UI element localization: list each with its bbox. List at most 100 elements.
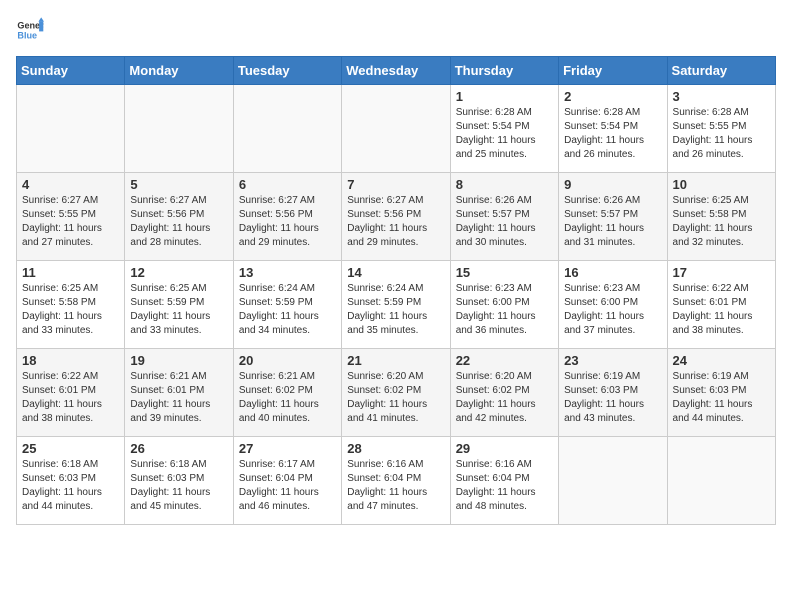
day-number: 13 [239,265,336,280]
calendar-cell: 27Sunrise: 6:17 AM Sunset: 6:04 PM Dayli… [233,437,341,525]
week-row-4: 18 Sunrise: 6:22 AM Sunset: 6:01 PM Dayli… [17,349,776,437]
day-number: 15 [456,265,553,280]
day-info: Sunrise: 6:21 AM Sunset: 6:01 PM Dayligh… [130,370,227,426]
day-info: Sunrise: 6:18 AM Sunset: 6:03 PM Dayligh… [130,458,227,514]
day-number: 8 [456,177,553,192]
header-cell-thursday: Thursday [450,57,558,85]
day-number: 11 [22,265,119,280]
day-info: Sunrise: 6:27 AM Sunset: 5:55 PM Dayligh… [22,194,119,250]
day-info: Sunrise: 6:16 AM Sunset: 6:04 PM Dayligh… [456,458,553,514]
calendar-cell: 10 Sunrise: 6:25 AM Sunset: 5:58 PM Dayli… [667,173,775,261]
day-info: Sunrise: 6:26 AM Sunset: 5:57 PM Dayligh… [456,194,553,250]
day-info: Sunrise: 6:17 AM Sunset: 6:04 PM Dayligh… [239,458,336,514]
day-info: Sunrise: 6:23 AM Sunset: 6:00 PM Dayligh… [564,282,661,338]
day-info: Sunrise: 6:25 AM Sunset: 5:58 PM Dayligh… [22,282,119,338]
day-info: Sunrise: 6:27 AM Sunset: 5:56 PM Dayligh… [130,194,227,250]
day-number: 1 [456,89,553,104]
header-cell-monday: Monday [125,57,233,85]
header-cell-sunday: Sunday [17,57,125,85]
calendar-cell: 29 Sunrise: 6:16 AM Sunset: 6:04 PM Dayli… [450,437,558,525]
week-row-5: 25 Sunrise: 6:18 AM Sunset: 6:03 PM Dayli… [17,437,776,525]
calendar-cell: 21 Sunrise: 6:20 AM Sunset: 6:02 PM Dayli… [342,349,450,437]
header-cell-saturday: Saturday [667,57,775,85]
calendar-cell: 12 Sunrise: 6:25 AM Sunset: 5:59 PM Dayli… [125,261,233,349]
day-info: Sunrise: 6:24 AM Sunset: 5:59 PM Dayligh… [239,282,336,338]
day-info: Sunrise: 6:28 AM Sunset: 5:54 PM Dayligh… [456,106,553,162]
calendar-cell: 7 Sunrise: 6:27 AM Sunset: 5:56 PM Daylig… [342,173,450,261]
generalblue-logo-icon: General Blue [16,16,44,44]
day-info: Sunrise: 6:25 AM Sunset: 5:58 PM Dayligh… [673,194,770,250]
day-number: 18 [22,353,119,368]
day-number: 5 [130,177,227,192]
calendar-cell [125,85,233,173]
day-number: 4 [22,177,119,192]
calendar-cell: 20 Sunrise: 6:21 AM Sunset: 6:02 PM Dayli… [233,349,341,437]
day-info: Sunrise: 6:23 AM Sunset: 6:00 PM Dayligh… [456,282,553,338]
day-number: 3 [673,89,770,104]
calendar-table: SundayMondayTuesdayWednesdayThursdayFrid… [16,56,776,525]
day-number: 9 [564,177,661,192]
day-number: 6 [239,177,336,192]
header-cell-tuesday: Tuesday [233,57,341,85]
calendar-cell: 3 Sunrise: 6:28 AM Sunset: 5:55 PM Daylig… [667,85,775,173]
day-number: 25 [22,441,119,456]
day-number: 20 [239,353,336,368]
day-info: Sunrise: 6:21 AM Sunset: 6:02 PM Dayligh… [239,370,336,426]
calendar-header: SundayMondayTuesdayWednesdayThursdayFrid… [17,57,776,85]
calendar-cell [17,85,125,173]
calendar-cell: 13 Sunrise: 6:24 AM Sunset: 5:59 PM Dayli… [233,261,341,349]
day-number: 17 [673,265,770,280]
calendar-cell: 14Sunrise: 6:24 AM Sunset: 5:59 PM Dayli… [342,261,450,349]
day-number: 26 [130,441,227,456]
calendar-body: 1 Sunrise: 6:28 AM Sunset: 5:54 PM Daylig… [17,85,776,525]
header-cell-friday: Friday [559,57,667,85]
calendar-cell: 2 Sunrise: 6:28 AM Sunset: 5:54 PM Daylig… [559,85,667,173]
calendar-cell: 16Sunrise: 6:23 AM Sunset: 6:00 PM Dayli… [559,261,667,349]
day-info: Sunrise: 6:20 AM Sunset: 6:02 PM Dayligh… [347,370,444,426]
day-info: Sunrise: 6:25 AM Sunset: 5:59 PM Dayligh… [130,282,227,338]
calendar-cell: 18 Sunrise: 6:22 AM Sunset: 6:01 PM Dayli… [17,349,125,437]
calendar-cell: 4 Sunrise: 6:27 AM Sunset: 5:55 PM Daylig… [17,173,125,261]
day-info: Sunrise: 6:16 AM Sunset: 6:04 PM Dayligh… [347,458,444,514]
day-number: 12 [130,265,227,280]
day-info: Sunrise: 6:24 AM Sunset: 5:59 PM Dayligh… [347,282,444,338]
week-row-3: 11 Sunrise: 6:25 AM Sunset: 5:58 PM Dayli… [17,261,776,349]
day-number: 29 [456,441,553,456]
calendar-cell: 19 Sunrise: 6:21 AM Sunset: 6:01 PM Dayli… [125,349,233,437]
day-info: Sunrise: 6:18 AM Sunset: 6:03 PM Dayligh… [22,458,119,514]
calendar-cell: 17Sunrise: 6:22 AM Sunset: 6:01 PM Dayli… [667,261,775,349]
page-header: General Blue [16,16,776,44]
day-info: Sunrise: 6:27 AM Sunset: 5:56 PM Dayligh… [347,194,444,250]
calendar-cell: 1 Sunrise: 6:28 AM Sunset: 5:54 PM Daylig… [450,85,558,173]
day-number: 19 [130,353,227,368]
calendar-cell: 8 Sunrise: 6:26 AM Sunset: 5:57 PM Daylig… [450,173,558,261]
day-number: 24 [673,353,770,368]
week-row-2: 4 Sunrise: 6:27 AM Sunset: 5:55 PM Daylig… [17,173,776,261]
calendar-cell: 24 Sunrise: 6:19 AM Sunset: 6:03 PM Dayli… [667,349,775,437]
calendar-cell: 15 Sunrise: 6:23 AM Sunset: 6:00 PM Dayli… [450,261,558,349]
calendar-cell: 22Sunrise: 6:20 AM Sunset: 6:02 PM Dayli… [450,349,558,437]
calendar-cell: 11 Sunrise: 6:25 AM Sunset: 5:58 PM Dayli… [17,261,125,349]
logo: General Blue [16,16,44,44]
day-info: Sunrise: 6:22 AM Sunset: 6:01 PM Dayligh… [22,370,119,426]
day-info: Sunrise: 6:27 AM Sunset: 5:56 PM Dayligh… [239,194,336,250]
day-number: 21 [347,353,444,368]
day-number: 28 [347,441,444,456]
day-info: Sunrise: 6:28 AM Sunset: 5:55 PM Dayligh… [673,106,770,162]
day-info: Sunrise: 6:19 AM Sunset: 6:03 PM Dayligh… [673,370,770,426]
calendar-cell [342,85,450,173]
day-number: 10 [673,177,770,192]
day-info: Sunrise: 6:28 AM Sunset: 5:54 PM Dayligh… [564,106,661,162]
day-number: 7 [347,177,444,192]
svg-text:Blue: Blue [17,30,37,40]
header-cell-wednesday: Wednesday [342,57,450,85]
day-number: 23 [564,353,661,368]
day-number: 22 [456,353,553,368]
calendar-cell: 9Sunrise: 6:26 AM Sunset: 5:57 PM Daylig… [559,173,667,261]
week-row-1: 1 Sunrise: 6:28 AM Sunset: 5:54 PM Daylig… [17,85,776,173]
day-number: 2 [564,89,661,104]
calendar-cell: 6 Sunrise: 6:27 AM Sunset: 5:56 PM Daylig… [233,173,341,261]
calendar-cell: 5 Sunrise: 6:27 AM Sunset: 5:56 PM Daylig… [125,173,233,261]
calendar-cell: 28 Sunrise: 6:16 AM Sunset: 6:04 PM Dayli… [342,437,450,525]
calendar-cell [233,85,341,173]
